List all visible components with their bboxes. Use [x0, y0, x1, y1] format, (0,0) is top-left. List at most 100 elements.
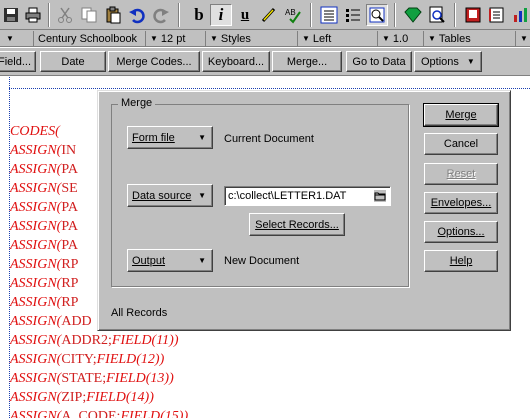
- undo-icon[interactable]: [126, 4, 148, 26]
- tables-value: Tables: [438, 32, 471, 45]
- code-line: ASSIGN(IN: [10, 143, 77, 158]
- data-source-label: Data source: [132, 189, 192, 202]
- font-value: Century Schoolbook: [38, 32, 138, 45]
- folder-browse-icon[interactable]: [374, 190, 386, 202]
- code-line: ASSIGN(A_CODE;FIELD(15)): [10, 409, 189, 418]
- columns-dropdown[interactable]: ▼10: [516, 31, 530, 46]
- chevron-down-icon: ▼: [198, 133, 206, 142]
- envelopes-label: Envelopes...: [430, 197, 492, 209]
- output-label: Output: [132, 254, 166, 267]
- code-line: ASSIGN(PA: [10, 200, 78, 215]
- chevron-down-icon: ▼: [210, 34, 218, 43]
- paste-icon[interactable]: [102, 4, 124, 26]
- output-button[interactable]: Output ▼: [127, 249, 213, 272]
- form-file-button[interactable]: Form file ▼: [127, 126, 213, 149]
- code-line: ASSIGN(ADDR2;FIELD(11)): [10, 333, 179, 348]
- code-line: ASSIGN(RP: [10, 276, 79, 291]
- data-source-input[interactable]: [224, 186, 391, 206]
- font-size-dropdown[interactable]: ▼ 12 pt: [146, 31, 206, 46]
- keyboard-button[interactable]: Keyboard...: [202, 51, 270, 72]
- styles-value: Styles: [220, 32, 251, 45]
- toolbar-separator: [310, 3, 312, 27]
- options-dropdown-button[interactable]: Options ▼: [414, 51, 482, 72]
- code-line: ASSIGN(RP: [10, 295, 79, 310]
- book-icon[interactable]: [462, 4, 484, 26]
- output-value: New Document: [224, 255, 300, 267]
- chevron-down-icon: ▼: [150, 34, 158, 43]
- justification-value: Left: [312, 32, 332, 45]
- toolbar-separator: [394, 3, 396, 27]
- merge-button-bar: Field... Date Merge Codes... Keyboard...…: [0, 48, 530, 76]
- styles-dropdown[interactable]: ▼ Styles: [206, 31, 298, 46]
- help-button[interactable]: Help: [424, 250, 498, 272]
- field-button[interactable]: Field...: [0, 51, 36, 72]
- form-file-label: Form file: [132, 131, 175, 144]
- help-label: Help: [449, 255, 473, 267]
- chevron-down-icon: ▼: [466, 57, 475, 66]
- save-icon[interactable]: [0, 4, 22, 26]
- font-size-value: 12 pt: [160, 32, 186, 45]
- toolbar-separator: [178, 3, 180, 27]
- chevron-down-icon: ▼: [428, 34, 436, 43]
- select-records-button[interactable]: Select Records...: [249, 213, 345, 236]
- form-file-value: Current Document: [224, 133, 314, 145]
- font-dropdown[interactable]: Century Schoolbook: [34, 31, 146, 46]
- zoom-page-icon[interactable]: [366, 4, 388, 26]
- records-status-text: All Records: [111, 307, 168, 319]
- merge-codes-button[interactable]: Merge Codes...: [108, 51, 200, 72]
- cut-icon[interactable]: [54, 4, 76, 26]
- code-line: ASSIGN(ADD: [10, 314, 92, 329]
- options-label: Options...: [437, 226, 485, 238]
- justify-icon[interactable]: [318, 4, 340, 26]
- notebook-icon[interactable]: [486, 4, 508, 26]
- line-spacing-value: 1.0: [392, 32, 409, 45]
- chart-icon[interactable]: [510, 4, 530, 26]
- options-label: Options: [421, 55, 459, 68]
- bullet-list-icon[interactable]: [342, 4, 364, 26]
- redo-icon[interactable]: [150, 4, 172, 26]
- code-line: ASSIGN(RP: [10, 257, 79, 272]
- spell-check-icon[interactable]: AB: [282, 4, 304, 26]
- envelopes-button[interactable]: Envelopes...: [424, 192, 498, 214]
- line-spacing-dropdown[interactable]: ▼ 1.0: [378, 31, 424, 46]
- code-line: ASSIGN(PA: [10, 238, 78, 253]
- page-zoom-icon[interactable]: [426, 4, 448, 26]
- code-line: ASSIGN(CITY;FIELD(12)): [10, 352, 165, 367]
- reset-label: Reset: [446, 168, 476, 180]
- go-to-data-button[interactable]: Go to Data: [346, 51, 412, 72]
- code-line: ASSIGN(PA: [10, 219, 78, 234]
- reset-button[interactable]: Reset: [424, 163, 498, 185]
- bold-icon[interactable]: b: [188, 4, 210, 26]
- date-button[interactable]: Date: [40, 51, 106, 72]
- options-button[interactable]: Options...: [424, 221, 498, 243]
- margin-guide-horizontal: [9, 88, 530, 89]
- merge-dialog: Merge Form file ▼ Current Document Data s…: [97, 90, 511, 331]
- chevron-down-icon: ▼: [198, 191, 206, 200]
- justification-dropdown[interactable]: ▼ Left: [298, 31, 378, 46]
- copy-icon[interactable]: [78, 4, 100, 26]
- print-icon[interactable]: [22, 4, 44, 26]
- underline-icon[interactable]: u: [234, 4, 256, 26]
- highlight-icon[interactable]: [258, 4, 280, 26]
- merge-button[interactable]: Merge...: [272, 51, 342, 72]
- code-line: ASSIGN(STATE;FIELD(13)): [10, 371, 174, 386]
- code-line: ASSIGN(PA: [10, 162, 78, 177]
- italic-icon[interactable]: i: [210, 4, 232, 26]
- gem-icon[interactable]: [402, 4, 424, 26]
- toolbar-separator: [454, 3, 456, 27]
- code-line: ASSIGN(SE: [10, 181, 78, 196]
- code-line: CODES(: [10, 124, 60, 139]
- cancel-button[interactable]: Cancel: [424, 133, 498, 155]
- merge-ok-button[interactable]: Merge: [423, 103, 499, 127]
- chevron-down-icon: ▼: [302, 34, 310, 43]
- toolbar-separator: [48, 3, 50, 27]
- chevron-down-icon: ▼: [520, 34, 528, 43]
- chevron-down-icon: ▼: [382, 34, 390, 43]
- code-line: ASSIGN(ZIP;FIELD(14)): [10, 390, 154, 405]
- font-bar-leading-dropdown[interactable]: ▼: [0, 31, 34, 46]
- chevron-down-icon: ▼: [198, 256, 206, 265]
- tables-dropdown[interactable]: ▼ Tables: [424, 31, 516, 46]
- font-bar: ▼ Century Schoolbook ▼ 12 pt ▼ Styles ▼ Lef…: [0, 30, 530, 47]
- data-source-button[interactable]: Data source ▼: [127, 184, 213, 207]
- cancel-label: Cancel: [443, 138, 479, 150]
